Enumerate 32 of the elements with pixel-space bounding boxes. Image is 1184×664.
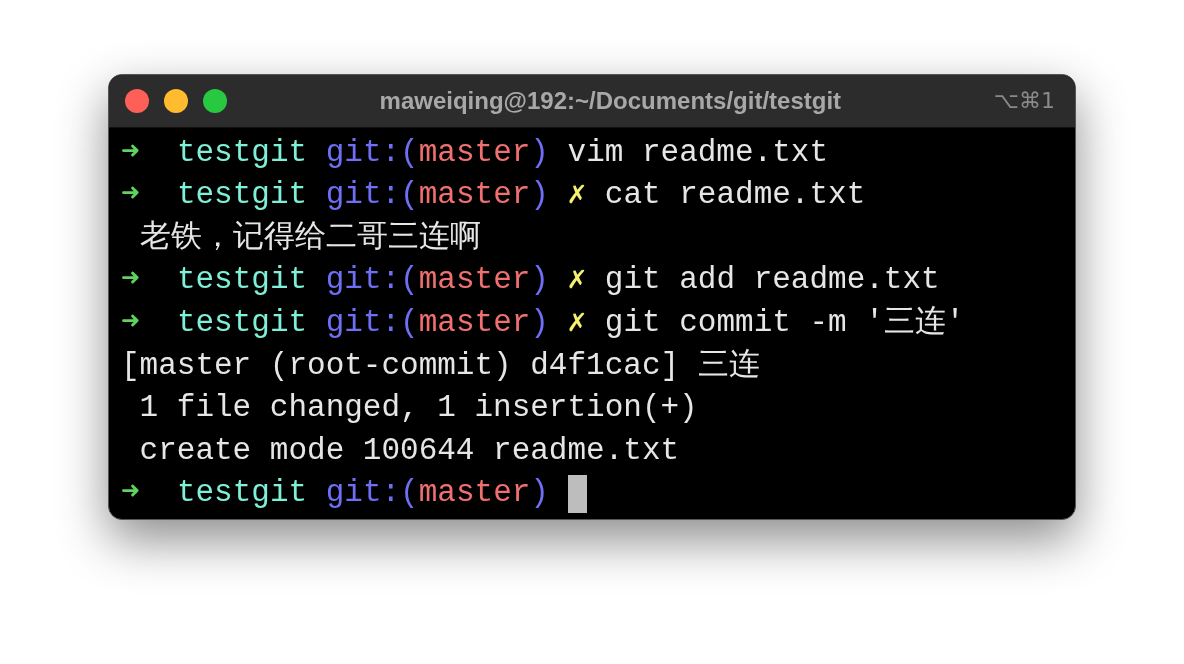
prompt-arrow: ➜ [121,133,140,172]
minimize-button[interactable] [164,88,188,113]
close-button[interactable] [125,88,149,113]
directory-name: testgit [176,176,308,215]
git-branch-status: git:(master) [325,474,549,513]
directory-name: testgit [176,474,308,513]
command-text: vim readme.txt [567,133,828,172]
command-text: cat readme.txt [604,176,866,215]
output-text: create mode 100644 readme.txt [138,431,680,470]
output-text: 老铁，记得给二哥三连啊 [138,218,481,257]
directory-name: testgit [176,304,308,343]
dirty-mark: ✗ [567,176,587,215]
window-title: maweiqing@192:~/Documents/git/testgit [378,86,843,115]
zoom-button[interactable] [203,88,227,113]
git-branch-status: git:(master) [325,133,549,172]
output-text: 1 file changed, 1 insertion(+) [138,389,698,428]
directory-name: testgit [176,133,308,172]
prompt-arrow: ➜ [121,176,140,215]
dirty-mark: ✗ [567,261,587,300]
prompt-arrow: ➜ [121,304,140,343]
git-branch-status: git:(master) [325,176,549,215]
git-branch-status: git:(master) [325,304,549,343]
git-branch-status: git:(master) [325,261,549,300]
command-text: git add readme.txt [604,261,940,300]
shortcut-label: ⌥⌘1 [993,88,1055,114]
prompt-arrow: ➜ [121,261,140,300]
dirty-mark: ✗ [567,304,587,343]
directory-name: testgit [176,261,308,300]
cursor [567,474,587,513]
output-text: [master (root-commit) d4f1cac] 三连 [121,346,760,385]
command-text: git commit -m '三连' [604,304,965,343]
prompt-arrow: ➜ [121,474,140,513]
